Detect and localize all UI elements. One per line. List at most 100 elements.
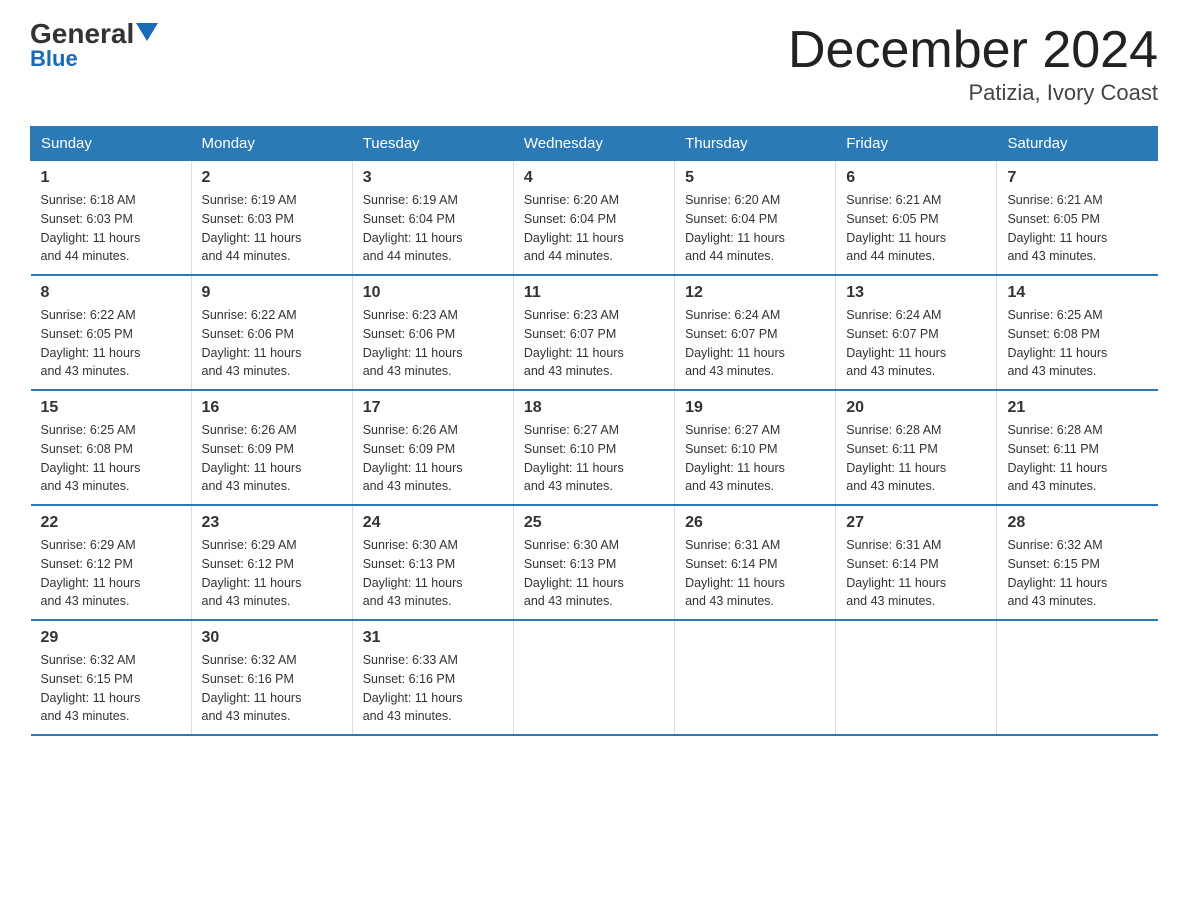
table-row	[836, 620, 997, 735]
day-number: 20	[846, 399, 986, 417]
day-number: 28	[1007, 514, 1147, 532]
day-number: 15	[41, 399, 181, 417]
table-row: 16 Sunrise: 6:26 AMSunset: 6:09 PMDaylig…	[191, 390, 352, 505]
day-number: 12	[685, 284, 825, 302]
calendar-header-row: Sunday Monday Tuesday Wednesday Thursday…	[31, 127, 1158, 161]
day-info: Sunrise: 6:29 AMSunset: 6:12 PMDaylight:…	[41, 536, 181, 611]
table-row: 15 Sunrise: 6:25 AMSunset: 6:08 PMDaylig…	[31, 390, 192, 505]
day-info: Sunrise: 6:22 AMSunset: 6:05 PMDaylight:…	[41, 306, 181, 381]
day-number: 5	[685, 169, 825, 187]
day-number: 19	[685, 399, 825, 417]
table-row: 9 Sunrise: 6:22 AMSunset: 6:06 PMDayligh…	[191, 275, 352, 390]
day-number: 11	[524, 284, 664, 302]
day-number: 16	[202, 399, 342, 417]
col-monday: Monday	[191, 127, 352, 161]
page-header: General Blue December 2024 Patizia, Ivor…	[30, 20, 1158, 106]
day-info: Sunrise: 6:32 AMSunset: 6:15 PMDaylight:…	[41, 651, 181, 726]
day-number: 27	[846, 514, 986, 532]
table-row: 27 Sunrise: 6:31 AMSunset: 6:14 PMDaylig…	[836, 505, 997, 620]
day-number: 6	[846, 169, 986, 187]
day-info: Sunrise: 6:25 AMSunset: 6:08 PMDaylight:…	[1007, 306, 1147, 381]
day-number: 8	[41, 284, 181, 302]
day-info: Sunrise: 6:22 AMSunset: 6:06 PMDaylight:…	[202, 306, 342, 381]
day-info: Sunrise: 6:19 AMSunset: 6:04 PMDaylight:…	[363, 191, 503, 266]
table-row: 2 Sunrise: 6:19 AMSunset: 6:03 PMDayligh…	[191, 161, 352, 276]
day-info: Sunrise: 6:23 AMSunset: 6:07 PMDaylight:…	[524, 306, 664, 381]
table-row: 13 Sunrise: 6:24 AMSunset: 6:07 PMDaylig…	[836, 275, 997, 390]
day-info: Sunrise: 6:32 AMSunset: 6:15 PMDaylight:…	[1007, 536, 1147, 611]
day-info: Sunrise: 6:26 AMSunset: 6:09 PMDaylight:…	[363, 421, 503, 496]
table-row: 22 Sunrise: 6:29 AMSunset: 6:12 PMDaylig…	[31, 505, 192, 620]
day-info: Sunrise: 6:30 AMSunset: 6:13 PMDaylight:…	[363, 536, 503, 611]
day-number: 9	[202, 284, 342, 302]
day-number: 1	[41, 169, 181, 187]
day-info: Sunrise: 6:24 AMSunset: 6:07 PMDaylight:…	[685, 306, 825, 381]
table-row: 29 Sunrise: 6:32 AMSunset: 6:15 PMDaylig…	[31, 620, 192, 735]
calendar-week-row: 1 Sunrise: 6:18 AMSunset: 6:03 PMDayligh…	[31, 161, 1158, 276]
table-row: 1 Sunrise: 6:18 AMSunset: 6:03 PMDayligh…	[31, 161, 192, 276]
day-info: Sunrise: 6:28 AMSunset: 6:11 PMDaylight:…	[846, 421, 986, 496]
table-row: 6 Sunrise: 6:21 AMSunset: 6:05 PMDayligh…	[836, 161, 997, 276]
day-info: Sunrise: 6:29 AMSunset: 6:12 PMDaylight:…	[202, 536, 342, 611]
day-number: 18	[524, 399, 664, 417]
day-info: Sunrise: 6:31 AMSunset: 6:14 PMDaylight:…	[685, 536, 825, 611]
table-row	[675, 620, 836, 735]
day-number: 21	[1007, 399, 1147, 417]
table-row: 18 Sunrise: 6:27 AMSunset: 6:10 PMDaylig…	[513, 390, 674, 505]
day-info: Sunrise: 6:27 AMSunset: 6:10 PMDaylight:…	[685, 421, 825, 496]
col-thursday: Thursday	[675, 127, 836, 161]
day-number: 24	[363, 514, 503, 532]
day-info: Sunrise: 6:21 AMSunset: 6:05 PMDaylight:…	[1007, 191, 1147, 266]
day-number: 22	[41, 514, 181, 532]
table-row: 12 Sunrise: 6:24 AMSunset: 6:07 PMDaylig…	[675, 275, 836, 390]
day-number: 3	[363, 169, 503, 187]
day-number: 31	[363, 629, 503, 647]
day-number: 7	[1007, 169, 1147, 187]
col-sunday: Sunday	[31, 127, 192, 161]
table-row: 17 Sunrise: 6:26 AMSunset: 6:09 PMDaylig…	[352, 390, 513, 505]
col-friday: Friday	[836, 127, 997, 161]
day-number: 29	[41, 629, 181, 647]
day-number: 30	[202, 629, 342, 647]
day-number: 26	[685, 514, 825, 532]
calendar-table: Sunday Monday Tuesday Wednesday Thursday…	[30, 126, 1158, 736]
table-row: 25 Sunrise: 6:30 AMSunset: 6:13 PMDaylig…	[513, 505, 674, 620]
day-info: Sunrise: 6:31 AMSunset: 6:14 PMDaylight:…	[846, 536, 986, 611]
calendar-week-row: 8 Sunrise: 6:22 AMSunset: 6:05 PMDayligh…	[31, 275, 1158, 390]
day-number: 23	[202, 514, 342, 532]
table-row: 21 Sunrise: 6:28 AMSunset: 6:11 PMDaylig…	[997, 390, 1158, 505]
day-info: Sunrise: 6:24 AMSunset: 6:07 PMDaylight:…	[846, 306, 986, 381]
day-info: Sunrise: 6:32 AMSunset: 6:16 PMDaylight:…	[202, 651, 342, 726]
day-info: Sunrise: 6:18 AMSunset: 6:03 PMDaylight:…	[41, 191, 181, 266]
table-row: 10 Sunrise: 6:23 AMSunset: 6:06 PMDaylig…	[352, 275, 513, 390]
table-row: 8 Sunrise: 6:22 AMSunset: 6:05 PMDayligh…	[31, 275, 192, 390]
day-info: Sunrise: 6:19 AMSunset: 6:03 PMDaylight:…	[202, 191, 342, 266]
table-row	[997, 620, 1158, 735]
day-number: 10	[363, 284, 503, 302]
table-row: 7 Sunrise: 6:21 AMSunset: 6:05 PMDayligh…	[997, 161, 1158, 276]
logo-triangle-icon	[136, 23, 158, 41]
day-info: Sunrise: 6:30 AMSunset: 6:13 PMDaylight:…	[524, 536, 664, 611]
table-row: 31 Sunrise: 6:33 AMSunset: 6:16 PMDaylig…	[352, 620, 513, 735]
day-number: 2	[202, 169, 342, 187]
table-row: 3 Sunrise: 6:19 AMSunset: 6:04 PMDayligh…	[352, 161, 513, 276]
day-info: Sunrise: 6:25 AMSunset: 6:08 PMDaylight:…	[41, 421, 181, 496]
day-info: Sunrise: 6:33 AMSunset: 6:16 PMDaylight:…	[363, 651, 503, 726]
day-info: Sunrise: 6:20 AMSunset: 6:04 PMDaylight:…	[685, 191, 825, 266]
day-number: 14	[1007, 284, 1147, 302]
table-row: 11 Sunrise: 6:23 AMSunset: 6:07 PMDaylig…	[513, 275, 674, 390]
day-info: Sunrise: 6:27 AMSunset: 6:10 PMDaylight:…	[524, 421, 664, 496]
title-block: December 2024 Patizia, Ivory Coast	[788, 20, 1158, 106]
calendar-week-row: 15 Sunrise: 6:25 AMSunset: 6:08 PMDaylig…	[31, 390, 1158, 505]
day-number: 13	[846, 284, 986, 302]
day-info: Sunrise: 6:21 AMSunset: 6:05 PMDaylight:…	[846, 191, 986, 266]
table-row: 26 Sunrise: 6:31 AMSunset: 6:14 PMDaylig…	[675, 505, 836, 620]
table-row: 24 Sunrise: 6:30 AMSunset: 6:13 PMDaylig…	[352, 505, 513, 620]
logo-blue: Blue	[30, 46, 78, 72]
col-wednesday: Wednesday	[513, 127, 674, 161]
table-row: 14 Sunrise: 6:25 AMSunset: 6:08 PMDaylig…	[997, 275, 1158, 390]
table-row: 19 Sunrise: 6:27 AMSunset: 6:10 PMDaylig…	[675, 390, 836, 505]
table-row: 4 Sunrise: 6:20 AMSunset: 6:04 PMDayligh…	[513, 161, 674, 276]
table-row: 20 Sunrise: 6:28 AMSunset: 6:11 PMDaylig…	[836, 390, 997, 505]
day-number: 4	[524, 169, 664, 187]
